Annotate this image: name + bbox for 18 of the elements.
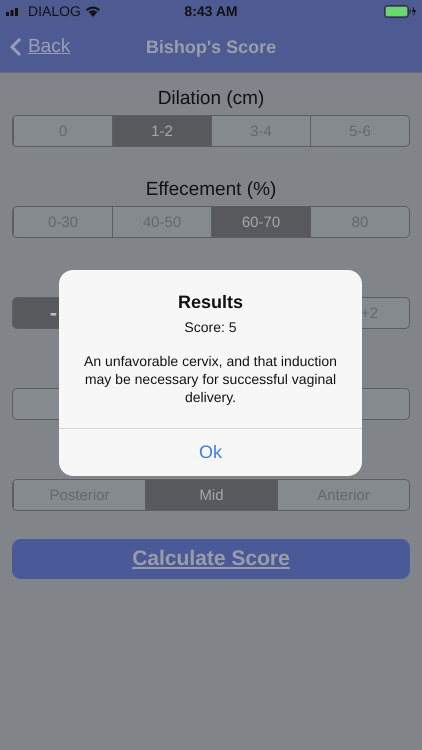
carrier-name: DIALOG <box>28 3 81 19</box>
segment-option[interactable]: 1-2 <box>112 116 211 146</box>
ok-button[interactable]: Ok <box>59 428 362 476</box>
screen-title: Bishop's Score <box>146 36 276 58</box>
back-chevron-icon <box>10 37 22 57</box>
calculate-score-button[interactable]: Calculate Score <box>12 539 410 579</box>
alert-title: Results <box>176 292 244 313</box>
segment-option[interactable]: Mid <box>145 480 277 510</box>
clock-time: 8:43 AM <box>183 3 239 19</box>
segment-option[interactable]: 60-70 <box>211 207 310 237</box>
battery-icon <box>384 4 416 18</box>
wifi-icon <box>84 5 101 17</box>
alert-message: An unfavorable cervix, and that induction may be necessary for successful vaginal delivery. <box>83 352 338 406</box>
section-label: Dilation (cm) <box>156 87 266 111</box>
back-button[interactable]: Back <box>10 36 70 58</box>
section-label: Effecement (%) <box>144 178 278 202</box>
score-text: Score: 5 <box>183 319 238 335</box>
signal-icon <box>6 6 24 16</box>
